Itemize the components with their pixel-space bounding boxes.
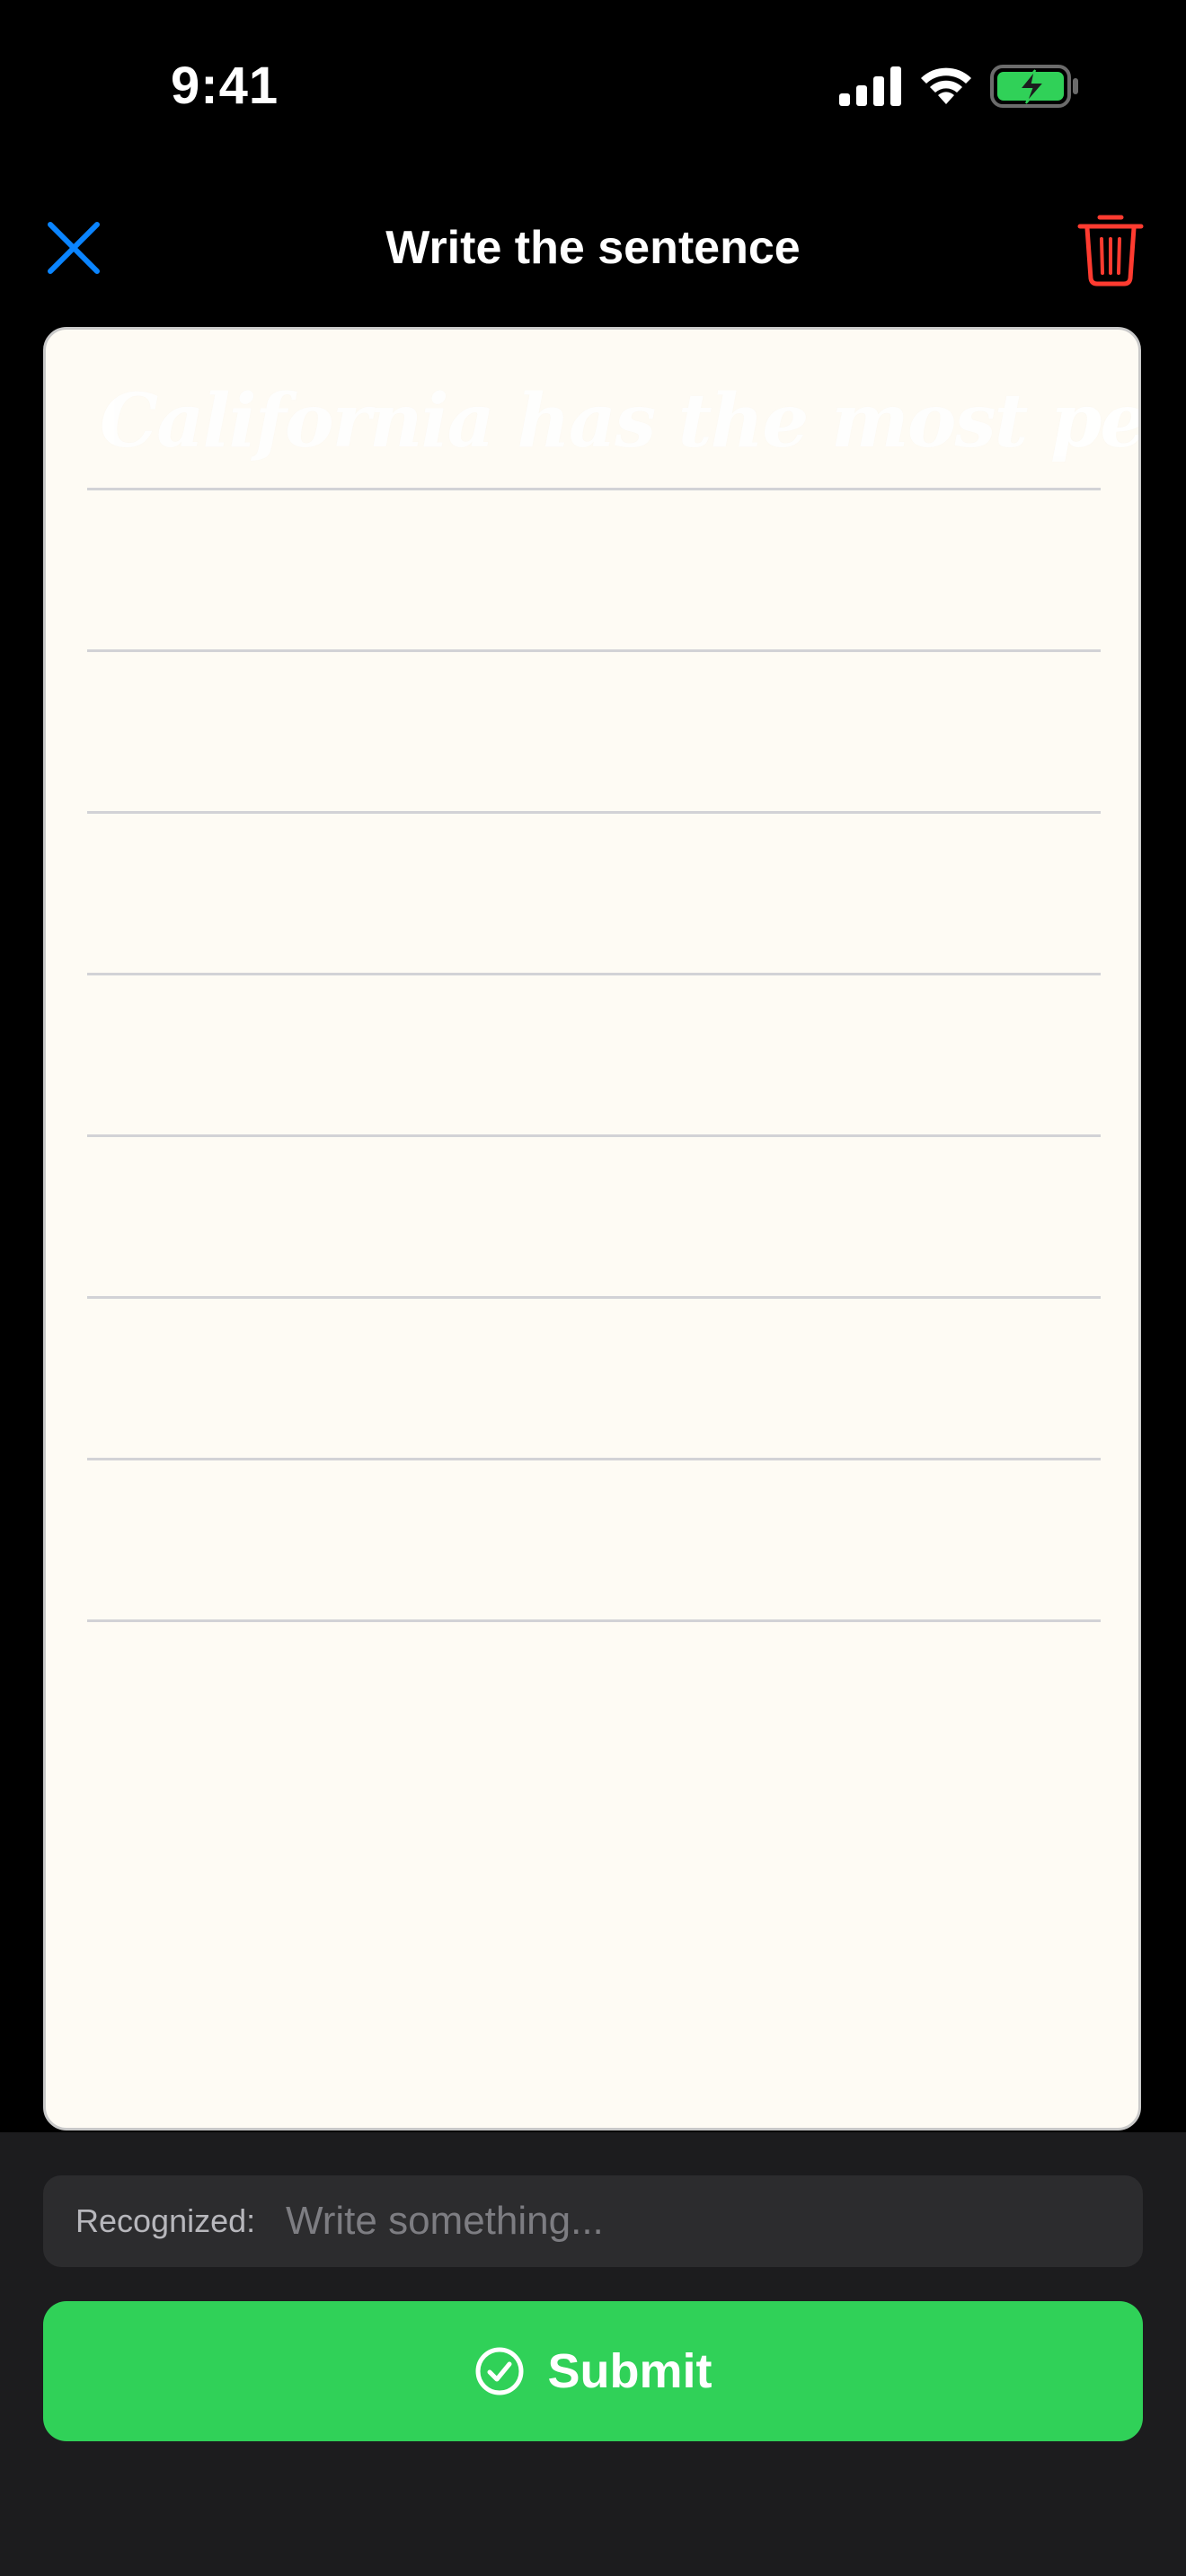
battery-charging-icon [990, 65, 1078, 108]
status-bar: 9:41 [0, 0, 1186, 171]
ruled-line [87, 1619, 1101, 1622]
ruled-line [87, 973, 1101, 975]
page-title: Write the sentence [385, 222, 801, 274]
bottom-panel: Recognized: Write something... Submit [0, 2132, 1186, 2576]
navigation-bar: Write the sentence [0, 198, 1186, 298]
ruled-line [87, 488, 1101, 490]
recognized-text-field: Recognized: Write something... [43, 2175, 1143, 2267]
wifi-icon [921, 67, 971, 104]
ruled-line [87, 1134, 1101, 1137]
submit-button[interactable]: Submit [43, 2301, 1143, 2441]
handwriting-canvas[interactable]: California has the most people. [43, 327, 1141, 2130]
handwriting-screen: 9:41 Write the sentence California has t… [0, 0, 1186, 2576]
tracing-sentence: California has the most people. [100, 378, 1141, 464]
ruled-line [87, 649, 1101, 652]
clear-drawing-button[interactable] [1075, 210, 1146, 287]
ruled-line [87, 811, 1101, 814]
recognized-placeholder: Write something... [286, 2199, 604, 2243]
ruled-line [87, 1296, 1101, 1299]
cellular-signal-icon [839, 66, 901, 106]
ruled-line [87, 1458, 1101, 1460]
submit-label: Submit [547, 2344, 712, 2398]
status-time: 9:41 [171, 57, 279, 115]
trash-icon [1077, 215, 1144, 287]
recognized-label: Recognized: [75, 2202, 256, 2239]
checkmark-circle-icon [475, 2347, 523, 2395]
